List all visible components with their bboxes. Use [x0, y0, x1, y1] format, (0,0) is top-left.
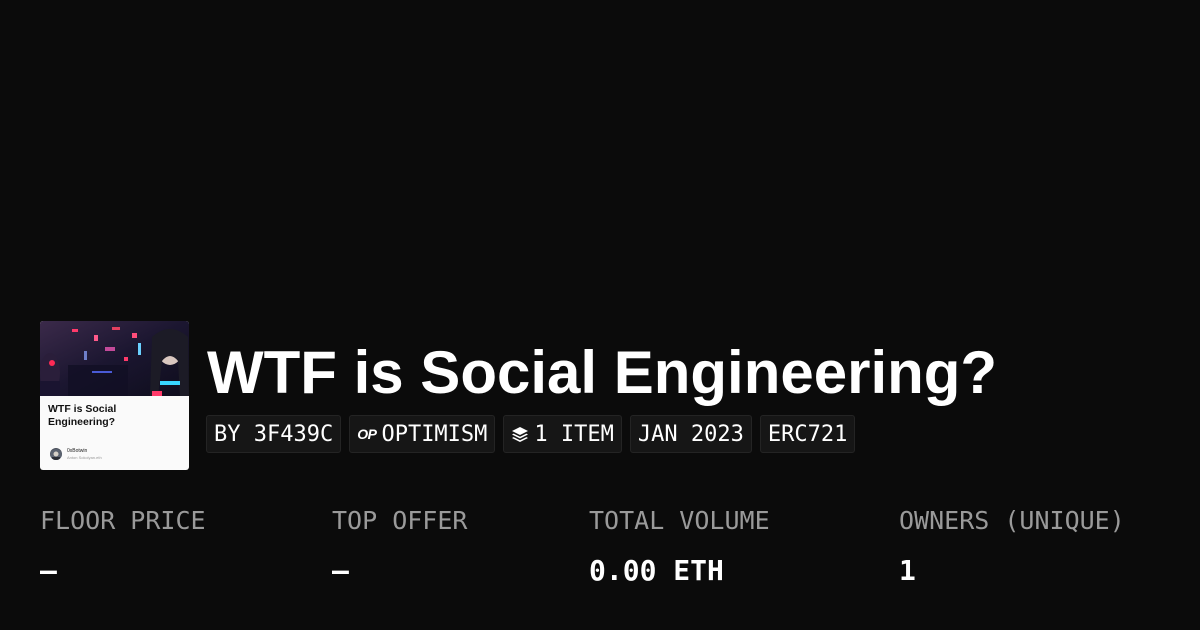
stat-owners: OWNERS (UNIQUE) 1: [899, 505, 1125, 587]
date-badge-label: JAN 2023: [637, 421, 744, 447]
collection-thumbnail[interactable]: WTF is Social Engineering? 0xBotwin Anto…: [40, 321, 189, 470]
stat-total-volume: TOTAL VOLUME 0.00 ETH: [589, 505, 770, 587]
optimism-logo-icon: OP: [357, 426, 377, 442]
collection-badges: BY 3F439C OP OPTIMISM 1 ITEM JAN 2023 ER…: [206, 415, 856, 453]
stat-owners-value: 1: [899, 554, 916, 587]
thumbnail-author-name: 0xBotwin: [67, 448, 88, 454]
thumbnail-author-avatar: [50, 448, 62, 460]
date-badge[interactable]: JAN 2023: [629, 415, 752, 453]
collection-title: WTF is Social Engineering?: [207, 339, 998, 406]
item-count-badge[interactable]: 1 ITEM: [503, 415, 622, 453]
item-count-badge-label: 1 ITEM: [534, 421, 614, 447]
thumbnail-title: WTF is Social Engineering?: [48, 403, 117, 428]
thumbnail-author-subtitle: Anton Sokolyan.eth: [67, 455, 102, 460]
stat-floor-price-label: FLOOR PRICE: [40, 506, 206, 535]
token-standard-badge-label: ERC721: [767, 421, 848, 447]
stat-owners-label: OWNERS (UNIQUE): [899, 506, 1125, 535]
stat-total-volume-label: TOTAL VOLUME: [589, 506, 770, 535]
token-standard-badge[interactable]: ERC721: [759, 415, 856, 453]
creator-badge-label: BY 3F439C: [214, 421, 334, 447]
stat-top-offer-label: TOP OFFER: [332, 506, 468, 535]
creator-badge[interactable]: BY 3F439C: [206, 415, 342, 453]
thumbnail-artwork: [40, 321, 189, 396]
collection-header: WTF is Social Engineering? 0xBotwin Anto…: [40, 321, 1180, 471]
layers-icon: [511, 425, 529, 443]
chain-badge-label: OPTIMISM: [381, 421, 488, 447]
stat-floor-price-value: –: [40, 554, 57, 587]
stat-top-offer: TOP OFFER –: [332, 505, 467, 587]
stat-top-offer-value: –: [332, 554, 349, 587]
stat-total-volume-value: 0.00 ETH: [589, 554, 724, 587]
stat-floor-price: FLOOR PRICE –: [40, 505, 206, 587]
chain-badge[interactable]: OP OPTIMISM: [349, 415, 496, 453]
